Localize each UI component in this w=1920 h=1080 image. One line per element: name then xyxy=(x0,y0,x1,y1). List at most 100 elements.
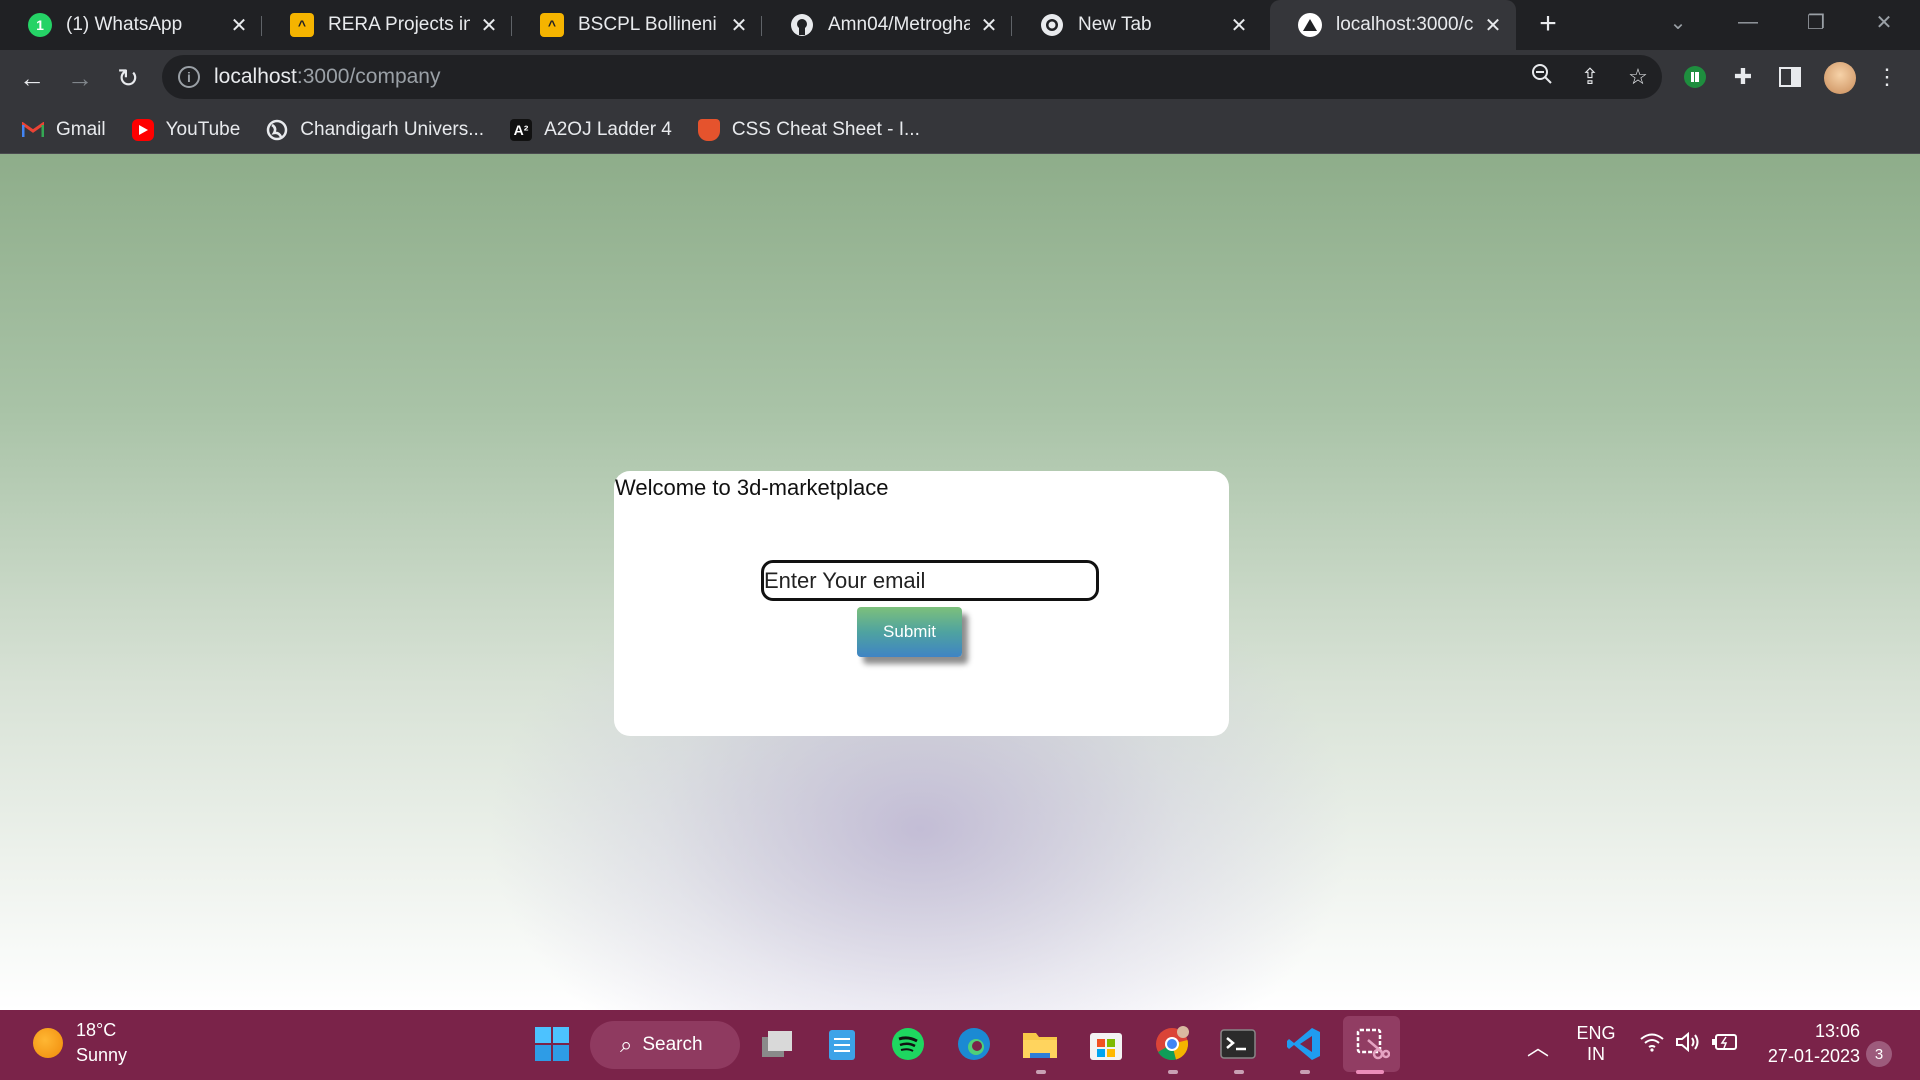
chrome-icon xyxy=(1040,13,1064,37)
chrome-icon[interactable] xyxy=(1151,1023,1193,1065)
bookmark-chandigarh-university[interactable]: Chandigarh Univers... xyxy=(266,119,484,141)
email-input[interactable] xyxy=(761,560,1099,601)
tab-title: (1) WhatsApp xyxy=(66,14,183,35)
tab-title: Amn04/Metroghar xyxy=(828,14,970,35)
bookmark-gmail[interactable]: Gmail xyxy=(22,119,106,141)
page-viewport: Welcome to 3d-marketplace Submit xyxy=(0,154,1920,1010)
tab-title: New Tab xyxy=(1078,14,1152,35)
taskbar-search[interactable]: ⌕ Search xyxy=(590,1021,740,1069)
menu-kebab-icon[interactable]: ⋮ xyxy=(1872,62,1902,92)
rera-icon: ^ xyxy=(290,13,314,37)
spotify-icon[interactable] xyxy=(887,1023,929,1065)
restore-icon[interactable]: ❐ xyxy=(1786,0,1846,44)
tab-title: BSCPL Bollineni Ast xyxy=(578,14,720,35)
clock[interactable]: 13:06 27-01-2023 xyxy=(1756,1021,1860,1067)
chevron-up-icon[interactable]: ︿ xyxy=(1527,1030,1549,1062)
a2oj-icon: A² xyxy=(510,118,533,141)
welcome-heading: Welcome to 3d-marketplace xyxy=(615,475,889,500)
bookmark-label: CSS Cheat Sheet - I... xyxy=(731,118,920,140)
signup-card: Welcome to 3d-marketplace Submit xyxy=(614,471,1229,736)
bookmark-css-cheat-sheet[interactable]: CSS Cheat Sheet - I... xyxy=(697,118,920,141)
bookmark-youtube[interactable]: YouTube xyxy=(131,118,241,141)
extension-green-icon[interactable] xyxy=(1680,62,1710,92)
running-indicator xyxy=(1234,1070,1244,1074)
tab-localhost[interactable]: localhost:3000/com ✕ xyxy=(1270,0,1516,50)
volume-icon[interactable] xyxy=(1676,1031,1702,1057)
battery-icon[interactable] xyxy=(1712,1032,1738,1057)
address-bar[interactable]: i localhost:3000/company ⇪ ☆ xyxy=(162,55,1662,99)
language-indicator[interactable]: ENG IN xyxy=(1574,1023,1618,1065)
tab-bscpl[interactable]: ^ BSCPL Bollineni Ast ✕ xyxy=(512,0,762,50)
url-host: localhost xyxy=(214,65,297,88)
tab-strip: 1 (1) WhatsApp ✕ ^ RERA Projects in Ba ✕… xyxy=(0,0,1920,50)
close-icon[interactable]: ✕ xyxy=(1228,14,1250,37)
bookmark-label: YouTube xyxy=(165,118,241,140)
site-info-icon[interactable]: i xyxy=(178,66,200,88)
youtube-icon xyxy=(131,118,154,141)
back-icon[interactable]: ← xyxy=(12,58,52,98)
clock-time: 13:06 xyxy=(1814,1021,1860,1041)
running-indicator xyxy=(1168,1070,1178,1074)
microsoft-store-icon[interactable] xyxy=(1085,1023,1127,1065)
terminal-icon[interactable] xyxy=(1217,1023,1259,1065)
weather-temperature[interactable]: 18°C xyxy=(76,1020,116,1041)
globe-icon xyxy=(266,119,288,141)
close-icon[interactable]: ✕ xyxy=(1482,14,1504,37)
browser-toolbar: ← → ↻ i localhost:3000/company ⇪ ☆ ✚ ⋮ xyxy=(0,50,1920,106)
search-icon: ⌕ xyxy=(620,1032,633,1057)
file-explorer-icon[interactable] xyxy=(1019,1023,1061,1065)
wifi-icon[interactable] xyxy=(1640,1032,1664,1057)
region-code: IN xyxy=(1587,1044,1605,1064)
task-view-icon[interactable] xyxy=(756,1023,798,1065)
new-tab-button[interactable]: + xyxy=(1530,9,1566,40)
close-icon[interactable]: ✕ xyxy=(728,14,750,37)
tab-new-tab[interactable]: New Tab ✕ xyxy=(1012,0,1262,50)
weather-description[interactable]: Sunny xyxy=(76,1045,127,1066)
vercel-icon xyxy=(1298,13,1322,37)
bookmark-label: Gmail xyxy=(56,118,106,140)
search-label: Search xyxy=(642,1034,703,1055)
close-icon[interactable]: ✕ xyxy=(228,14,250,37)
reload-icon[interactable]: ↻ xyxy=(108,58,148,98)
window-close-icon[interactable]: ✕ xyxy=(1854,0,1914,44)
css-icon xyxy=(697,118,720,141)
bookmark-star-icon[interactable]: ☆ xyxy=(1614,64,1662,90)
close-icon[interactable]: ✕ xyxy=(978,14,1000,37)
minimize-icon[interactable]: — xyxy=(1718,0,1778,44)
close-icon[interactable]: ✕ xyxy=(478,14,500,37)
share-icon[interactable]: ⇪ xyxy=(1566,64,1614,90)
tab-rera-projects[interactable]: ^ RERA Projects in Ba ✕ xyxy=(262,0,512,50)
github-icon xyxy=(790,13,814,37)
windows-taskbar: 18°C Sunny ⌕ Search ︿ ENG IN 13:06 27-01… xyxy=(0,1010,1920,1080)
gmail-icon xyxy=(22,119,44,141)
notification-badge[interactable]: 3 xyxy=(1866,1041,1892,1067)
extensions-puzzle-icon[interactable]: ✚ xyxy=(1728,62,1758,92)
active-indicator xyxy=(1356,1070,1384,1074)
forward-icon[interactable]: → xyxy=(60,58,100,98)
tab-whatsapp[interactable]: 1 (1) WhatsApp ✕ xyxy=(0,0,262,50)
clock-date: 27-01-2023 xyxy=(1767,1046,1860,1066)
edge-icon[interactable] xyxy=(953,1023,995,1065)
bookmark-label: Chandigarh Univers... xyxy=(300,118,485,140)
submit-button[interactable]: Submit xyxy=(857,607,962,657)
whatsapp-icon: 1 xyxy=(28,13,52,37)
side-panel-icon[interactable] xyxy=(1775,62,1805,92)
tab-title: RERA Projects in Ba xyxy=(328,14,470,35)
bookmarks-bar: Gmail YouTube Chandigarh Univers... A² A… xyxy=(0,106,1920,154)
profile-avatar[interactable] xyxy=(1824,62,1856,94)
notepad-icon[interactable] xyxy=(821,1023,863,1065)
bookmark-label: A2OJ Ladder 4 xyxy=(544,118,672,140)
vscode-icon[interactable] xyxy=(1283,1023,1325,1065)
running-indicator xyxy=(1300,1070,1310,1074)
weather-sun-icon[interactable] xyxy=(33,1028,63,1058)
snipping-tool-icon[interactable] xyxy=(1343,1016,1400,1072)
bookmark-a2oj[interactable]: A² A2OJ Ladder 4 xyxy=(510,118,672,141)
windows-start-icon[interactable] xyxy=(531,1023,573,1065)
tab-github[interactable]: Amn04/Metroghar ✕ xyxy=(762,0,1012,50)
zoom-icon[interactable] xyxy=(1518,63,1566,91)
tab-search-icon[interactable]: ⌄ xyxy=(1648,0,1708,44)
language-code: ENG xyxy=(1576,1023,1616,1043)
tab-title: localhost:3000/com xyxy=(1336,14,1474,35)
running-indicator xyxy=(1036,1070,1046,1074)
rera-icon: ^ xyxy=(540,13,564,37)
